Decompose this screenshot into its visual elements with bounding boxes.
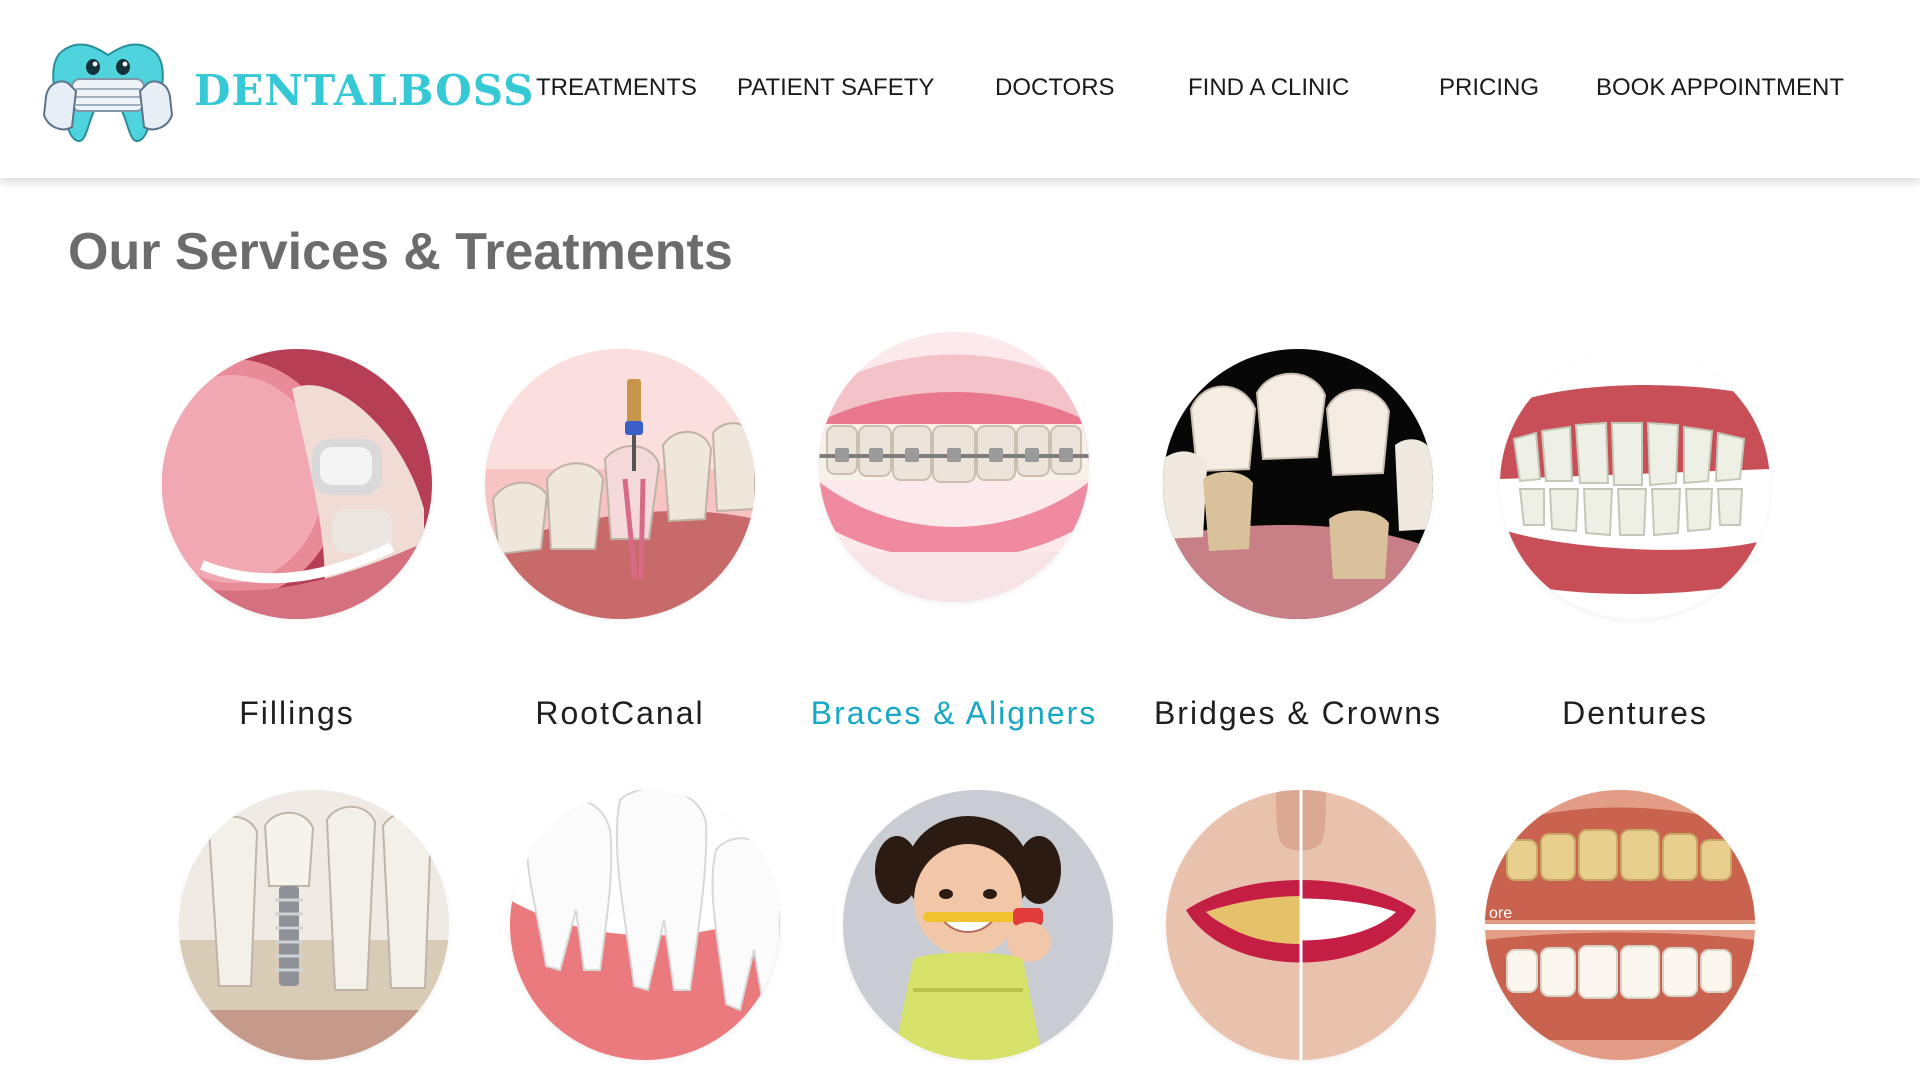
- nav-doctors[interactable]: DOCTORS: [995, 70, 1115, 106]
- whitening-image: [1166, 790, 1436, 1060]
- braces-image: [819, 332, 1089, 602]
- treatment-label-fillings[interactable]: Fillings: [117, 695, 477, 732]
- treatment-label-root-canal[interactable]: RootCanal: [440, 695, 800, 732]
- treatment-label-dentures[interactable]: Dentures: [1455, 695, 1815, 732]
- nav-pricing[interactable]: PRICING: [1439, 70, 1539, 106]
- treatment-label-bridges[interactable]: Bridges & Crowns: [1118, 695, 1478, 732]
- fillings-image: [162, 349, 432, 619]
- wisdom-tooth-image: [510, 790, 780, 1060]
- nav-find-a-clinic[interactable]: FIND A CLINIC: [1188, 70, 1349, 106]
- nav-book-appointment[interactable]: BOOK APPOINTMENT: [1596, 70, 1844, 106]
- root-canal-image: [485, 349, 755, 619]
- treatment-label-braces[interactable]: Braces & Aligners: [774, 695, 1134, 732]
- child-toothbrush-image: [843, 790, 1113, 1060]
- nav-treatments[interactable]: TREATMENTS: [536, 70, 697, 106]
- dentures-image: [1500, 349, 1770, 619]
- implant-image: [179, 790, 449, 1060]
- before-after-label: ore: [1489, 905, 1512, 922]
- main-nav: TREATMENTS PATIENT SAFETY DOCTORS FIND A…: [0, 70, 1920, 106]
- nav-patient-safety[interactable]: PATIENT SAFETY: [737, 70, 934, 106]
- site-header: DENTALBOSS TREATMENTS PATIENT SAFETY DOC…: [0, 0, 1920, 178]
- bridges-image: [1163, 349, 1433, 619]
- section-title: Our Services & Treatments: [68, 223, 733, 281]
- before-after-image: ore: [1485, 790, 1755, 1060]
